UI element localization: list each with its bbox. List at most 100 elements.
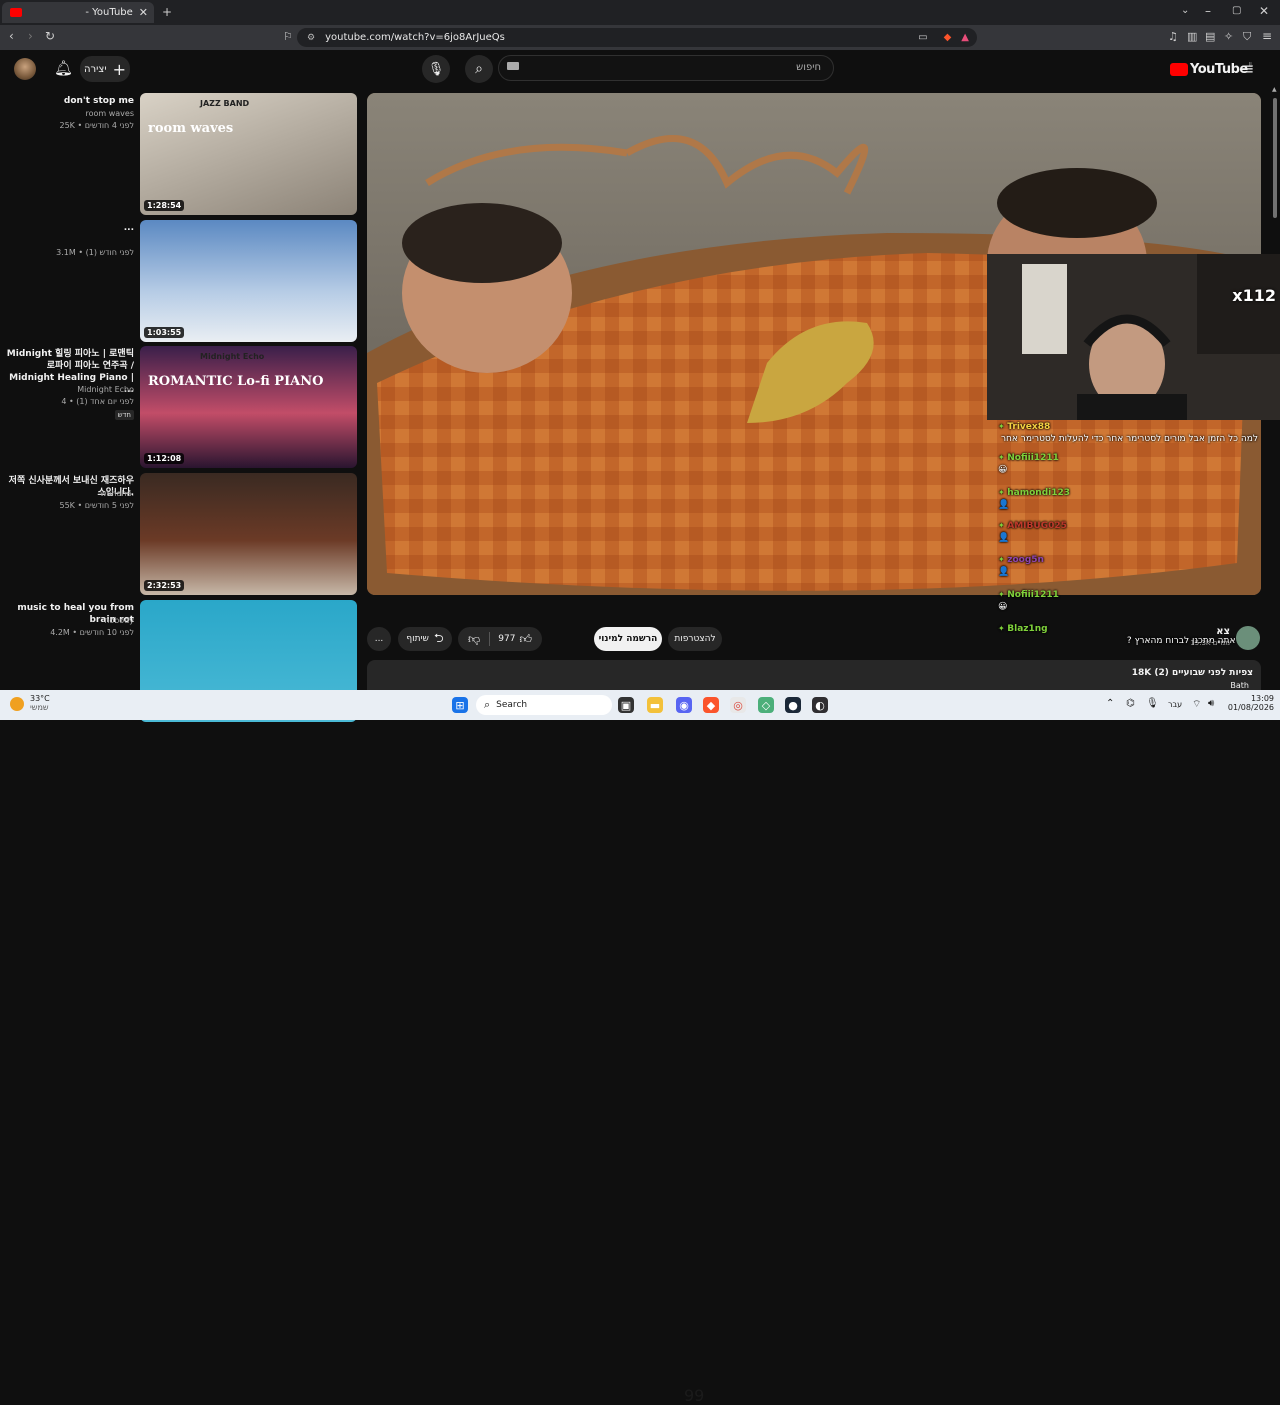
volume-icon[interactable]: 🔊︎ <box>1208 698 1214 709</box>
browser-tab-bar: - YouTube ✕ + ⌄ – ▢ ✕ <box>0 0 1280 25</box>
back-icon[interactable]: ‹ <box>9 30 14 42</box>
new-badge: חדש <box>114 410 134 420</box>
tab-title: - YouTube <box>85 7 133 18</box>
language-indicator[interactable]: עבר <box>1168 700 1182 709</box>
channel-avatar[interactable] <box>1236 626 1260 650</box>
webcam-frame <box>987 254 1280 420</box>
chat-message: ✦ Nofiii1211 😀 <box>988 590 1258 612</box>
cast-icon[interactable]: ▭ <box>918 32 927 43</box>
channel-info[interactable]: צא 15.3K מנויים <box>1180 626 1230 647</box>
recommendation-title[interactable]: ... <box>4 222 134 234</box>
address-bar[interactable]: ⚙ youtube.com/watch?v=6jo8ArJueQs ▭ ◆ ▲ <box>297 28 977 47</box>
task-view-icon[interactable]: ▣ <box>618 697 634 713</box>
leo-ai-icon[interactable]: ✧ <box>1224 31 1233 42</box>
tray-chevron-icon[interactable]: ⌃ <box>1106 698 1114 709</box>
dislike-icon[interactable]: 👎︎ <box>468 632 480 647</box>
browser-toolbar: ‹ › ↻ ⚐ ⚙ youtube.com/watch?v=6jo8ArJueQ… <box>0 25 1280 50</box>
windows-taskbar: 33°C שמשי ⊞ ⌕ Search ▣ ▬ ◉ ◆ ◎ 99 ◇ ● ◐ … <box>0 690 1280 1405</box>
chrome-badge: 99 <box>684 1386 705 1405</box>
wifi-icon[interactable]: ⌔ <box>1192 698 1201 711</box>
recommendation-thumbnail[interactable]: 1:03:55 <box>140 220 357 342</box>
join-label: להצטרפות <box>674 634 716 644</box>
weather-widget[interactable]: 33°C שמשי <box>10 694 50 712</box>
search-input[interactable]: חיפוש <box>498 55 834 81</box>
more-actions-button[interactable]: ... <box>367 627 391 651</box>
recommendation-meta: 4 • לפני יום אחד (1) <box>61 397 134 406</box>
chat-username: Trivex88 <box>1007 422 1051 432</box>
menu-icon[interactable]: ≡ <box>1262 30 1272 42</box>
chat-text: למה כל הזמן אבל מורים לסטרימר אחר כדי לה… <box>1000 434 1258 444</box>
browser-tab-youtube[interactable]: - YouTube ✕ <box>2 2 154 23</box>
scrollbar-thumb[interactable] <box>1273 98 1277 218</box>
close-window-icon[interactable]: ✕ <box>1259 5 1269 17</box>
keyboard-icon[interactable] <box>507 62 519 70</box>
brave-shields-icon[interactable]: ◆ <box>944 32 952 43</box>
minimize-icon[interactable]: – <box>1205 5 1211 17</box>
page-scrollbar[interactable]: ▲ <box>1272 86 1278 690</box>
recommendation-meta: 55K • לפני 5 חודשים <box>59 501 135 510</box>
video-stats: 18K צפיות לפני שבועיים (2) <box>1131 668 1253 678</box>
share-button[interactable]: שיתוף ⮌ <box>398 627 452 651</box>
plus-icon: + <box>112 59 126 79</box>
recommendation-channel[interactable]: Midnight Echo <box>4 384 134 396</box>
new-tab-icon[interactable]: + <box>162 6 172 18</box>
recommendation-thumbnail[interactable]: room waves JAZZ BAND 1:28:54 <box>140 93 357 215</box>
taskbar-search[interactable]: ⌕ Search <box>476 695 612 715</box>
media-icon[interactable]: ♫ <box>1168 31 1178 42</box>
chat-badge-icon: ✦ <box>998 521 1008 530</box>
brave-browser-icon[interactable]: ◆ <box>703 697 719 713</box>
recommendation-channel[interactable]: nobody <box>4 615 134 627</box>
guide-menu-icon[interactable]: ≡ <box>1241 59 1254 78</box>
clock[interactable]: 13:09 01/08/2026 <box>1226 694 1274 712</box>
recommendation-thumbnail[interactable]: 2:32:53 <box>140 473 357 595</box>
tab-list-chevron-icon[interactable]: ⌄ <box>1181 6 1189 16</box>
like-dislike-group: 👎︎ 977 👍︎ <box>458 627 542 651</box>
wallet-icon[interactable]: ▤ <box>1205 31 1215 42</box>
chat-text: 😀 <box>998 465 1008 475</box>
avatar[interactable] <box>14 58 36 80</box>
chat-badge-icon: ✦ <box>998 422 1008 431</box>
chat-text: 😀 <box>998 602 1008 612</box>
chat-message: ✦ hamondi123 👤 <box>988 488 1258 510</box>
reload-icon[interactable]: ↻ <box>45 30 55 42</box>
steam-icon[interactable]: ● <box>785 697 801 713</box>
vpn-icon[interactable]: ⛉ <box>1243 31 1251 42</box>
recommendation-title[interactable]: don't stop me <box>4 95 134 107</box>
mic-tray-icon[interactable]: 🎙︎ <box>1146 698 1159 709</box>
discord-icon[interactable]: ◉ <box>676 697 692 713</box>
create-button[interactable]: יצירה + <box>80 56 130 82</box>
recommendation-channel[interactable]: room waves <box>4 108 134 120</box>
recommendation-channel[interactable]: wahaha. <box>4 488 134 500</box>
video-duration: 2:32:53 <box>144 580 185 591</box>
notifications-bell-icon[interactable]: 🔔︎ <box>54 59 73 77</box>
chat-message: ✦ AMIBUG025 👤 <box>988 521 1258 543</box>
scroll-up-icon[interactable]: ▲ <box>1272 86 1277 93</box>
site-info-icon[interactable]: ⚙ <box>307 33 315 43</box>
bookmark-icon[interactable]: ⚐ <box>283 31 293 42</box>
network-icon[interactable]: ⌬ <box>1126 698 1135 709</box>
app-icon[interactable]: ◇ <box>758 697 774 713</box>
voice-search-button[interactable]: 🎙︎ <box>422 55 450 83</box>
weather-desc: שמשי <box>30 703 49 712</box>
more-icon: ... <box>374 634 384 644</box>
windows-start-icon[interactable]: ⊞ <box>452 697 468 713</box>
maximize-icon[interactable]: ▢ <box>1232 6 1241 16</box>
subscribe-button[interactable]: הרשמה למינוי <box>594 627 662 651</box>
clock-time: 13:09 <box>1250 694 1274 703</box>
forward-icon[interactable]: › <box>28 30 33 42</box>
chat-message: ✦ zoog5n 👤 <box>988 555 1258 577</box>
search-button[interactable]: ⌕ <box>465 55 493 83</box>
close-tab-icon[interactable]: ✕ <box>139 6 148 19</box>
file-explorer-icon[interactable]: ▬ <box>647 697 663 713</box>
join-button[interactable]: להצטרפות <box>668 627 722 651</box>
chat-message: ✦ Trivex88 למה כל הזמן אבל מורים לסטרימר … <box>988 422 1258 444</box>
brave-rewards-icon[interactable]: ▲ <box>961 32 969 43</box>
obs-icon[interactable]: ◐ <box>812 697 828 713</box>
youtube-header: 🔔︎ יצירה + 🎙︎ ⌕ חיפוש YouTube IL ≡ <box>0 50 1280 88</box>
thumb-badge-text: JAZZ BAND <box>200 99 250 108</box>
description-box[interactable]: 18K צפיות לפני שבועיים (2) Bath <box>367 660 1261 690</box>
recommendation-thumbnail[interactable]: ROMANTIC Lo-fi PIANO Midnight Echo 1:12:08 <box>140 346 357 468</box>
sidebar-icon[interactable]: ▥ <box>1187 31 1197 42</box>
like-button[interactable]: 977 👍︎ <box>498 632 532 647</box>
chrome-icon[interactable]: ◎ <box>730 697 746 713</box>
